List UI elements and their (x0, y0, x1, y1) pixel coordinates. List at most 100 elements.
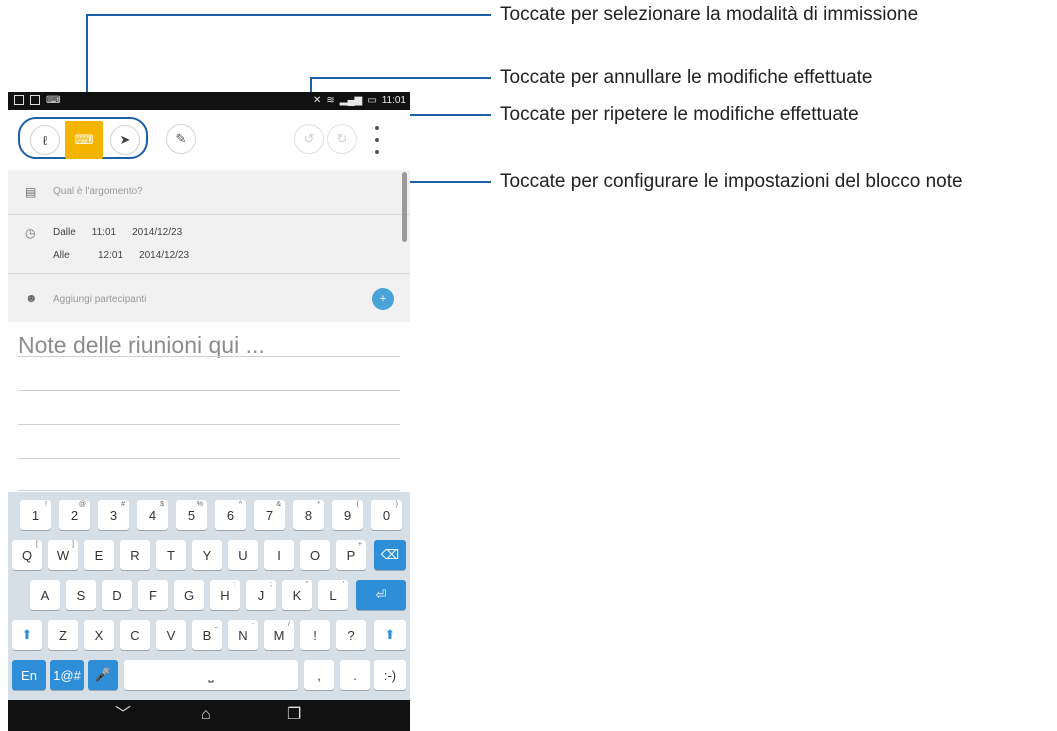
keyboard-mode-button[interactable]: ⌨ (65, 121, 103, 159)
key-t[interactable]: T (156, 540, 186, 570)
key-sym-7[interactable]: ! (300, 620, 330, 650)
key-b-label: B (202, 627, 212, 643)
comma-key[interactable]: , (304, 660, 334, 690)
key-d[interactable]: D (102, 580, 132, 610)
key-b[interactable]: B _ (192, 620, 222, 650)
back-icon[interactable]: ﹀ (115, 706, 131, 724)
topic-input[interactable]: Qual è l'argomento? (53, 186, 143, 197)
redo-icon: ↻ (336, 131, 348, 146)
key-b-secondary: _ (214, 621, 218, 628)
key-k[interactable]: K " (282, 580, 312, 610)
key-j[interactable]: J; (246, 580, 276, 610)
key-9[interactable]: 9( (332, 500, 363, 530)
to-line[interactable]: Alle 12:01 2014/12/23 (53, 250, 189, 261)
key-7[interactable]: 7 & (254, 500, 285, 530)
home-icon[interactable]: ⌂ (201, 706, 211, 724)
key-v[interactable]: V (156, 620, 186, 650)
symbols-key[interactable]: 1@# (50, 660, 84, 690)
add-person-icon: + (379, 293, 387, 305)
key-u[interactable]: U (228, 540, 258, 570)
notes-area[interactable]: Note delle riunioni qui ... (8, 322, 410, 492)
key-6-label: 6 (226, 507, 235, 523)
topic-row[interactable]: ▤ Qual è l'argomento? (8, 170, 410, 215)
key-s[interactable]: S (66, 580, 96, 610)
key-w[interactable]: W] (48, 540, 78, 570)
period-key[interactable]: . (340, 660, 370, 690)
language-key[interactable]: En (12, 660, 46, 690)
notes-placeholder[interactable]: Note delle riunioni qui ... (18, 332, 265, 359)
key-z[interactable]: Z (48, 620, 78, 650)
participants-row[interactable]: ☻ Aggiungi partecipanti + (8, 274, 410, 322)
enter-key[interactable]: ⏎ (356, 580, 406, 610)
undo-icon: ↺ (303, 131, 315, 146)
key-1-secondary: ! (45, 501, 47, 508)
key-a[interactable]: A (30, 580, 60, 610)
brush-mode-button[interactable]: ➤ (110, 125, 140, 155)
calendar-notification-icon (14, 95, 24, 105)
navigation-bar: ﹀ ⌂ ❐ (8, 700, 410, 731)
smiley-key-label: :-) (383, 667, 397, 683)
key-p-secondary: + (357, 541, 362, 548)
to-label: Alle (53, 250, 70, 261)
handwriting-mode-button[interactable]: ℓ (30, 125, 60, 155)
key-o[interactable]: O (300, 540, 330, 570)
time-row[interactable]: ◷ Dalle 11:01 2014/12/23 Alle 12:01 2014… (8, 215, 410, 274)
status-time: 11:01 (381, 95, 406, 106)
key-k-secondary: " (305, 581, 309, 588)
key-0[interactable]: 0) (371, 500, 402, 530)
key-q[interactable]: Q[ (12, 540, 42, 570)
key-2[interactable]: 2 @ (59, 500, 90, 530)
key-f[interactable]: F (138, 580, 168, 610)
overflow-menu-button[interactable] (372, 126, 382, 154)
soft-keyboard: 1! 2 @ 3 # 4 $ 5% 6 ^ 7 & 8 * 9( 0) Q[W] E R T Y U I O P + ⌫ A S D F G H… (8, 492, 410, 700)
key-5-secondary: % (196, 501, 203, 508)
scrollbar[interactable] (402, 172, 407, 242)
to-time[interactable]: 12:01 (98, 250, 123, 261)
key-y[interactable]: Y (192, 540, 222, 570)
smiley-key[interactable]: :-) (374, 660, 406, 690)
key-1[interactable]: 1! (20, 500, 51, 530)
menu-dot (375, 126, 379, 130)
symbols-key-label: 1@# (53, 667, 81, 683)
recent-apps-icon[interactable]: ❐ (287, 706, 301, 724)
key-w-label: W (56, 547, 70, 563)
participants-input[interactable]: Aggiungi partecipanti (53, 294, 146, 305)
undo-button[interactable]: ↺ (294, 124, 324, 154)
key-i[interactable]: I (264, 540, 294, 570)
from-date[interactable]: 2014/12/23 (132, 227, 182, 238)
key-c[interactable]: C (120, 620, 150, 650)
key-r[interactable]: R (120, 540, 150, 570)
from-label: Dalle (53, 227, 76, 238)
key-sym-8[interactable]: ? (336, 620, 366, 650)
key-3[interactable]: 3 # (98, 500, 129, 530)
to-date[interactable]: 2014/12/23 (139, 250, 189, 261)
pen-settings-icon: ✎ (175, 131, 187, 146)
key-5[interactable]: 5% (176, 500, 207, 530)
pen-settings-button[interactable]: ✎ (166, 124, 196, 154)
add-participant-button[interactable]: + (372, 288, 394, 310)
voice-input-key[interactable]: 🎤 (88, 660, 118, 690)
shift-key-left[interactable]: ⬆ (12, 620, 42, 650)
key-x[interactable]: X (84, 620, 114, 650)
key-e[interactable]: E (84, 540, 114, 570)
keyboard-notification-icon: ⌨ (46, 95, 61, 106)
key-8[interactable]: 8 * (293, 500, 324, 530)
topic-icon: ▤ (25, 185, 37, 199)
key-p[interactable]: P + (336, 540, 366, 570)
space-key[interactable]: ⎵ (124, 660, 298, 690)
key-g[interactable]: G (174, 580, 204, 610)
key-z-label: Z (59, 627, 67, 643)
key-t-label: T (167, 547, 175, 563)
key-h[interactable]: H: (210, 580, 240, 610)
wifi-icon: ≋ (326, 95, 335, 106)
redo-button[interactable]: ↻ (327, 124, 357, 154)
backspace-key[interactable]: ⌫ (374, 540, 406, 570)
key-n[interactable]: N- (228, 620, 258, 650)
key-6[interactable]: 6 ^ (215, 500, 246, 530)
key-m[interactable]: M / (264, 620, 294, 650)
key-4[interactable]: 4 $ (137, 500, 168, 530)
from-line[interactable]: Dalle 11:01 2014/12/23 (53, 227, 182, 238)
shift-key-right[interactable]: ⬆ (374, 620, 406, 650)
from-time[interactable]: 11:01 (92, 227, 116, 238)
key-l[interactable]: L ' (318, 580, 348, 610)
